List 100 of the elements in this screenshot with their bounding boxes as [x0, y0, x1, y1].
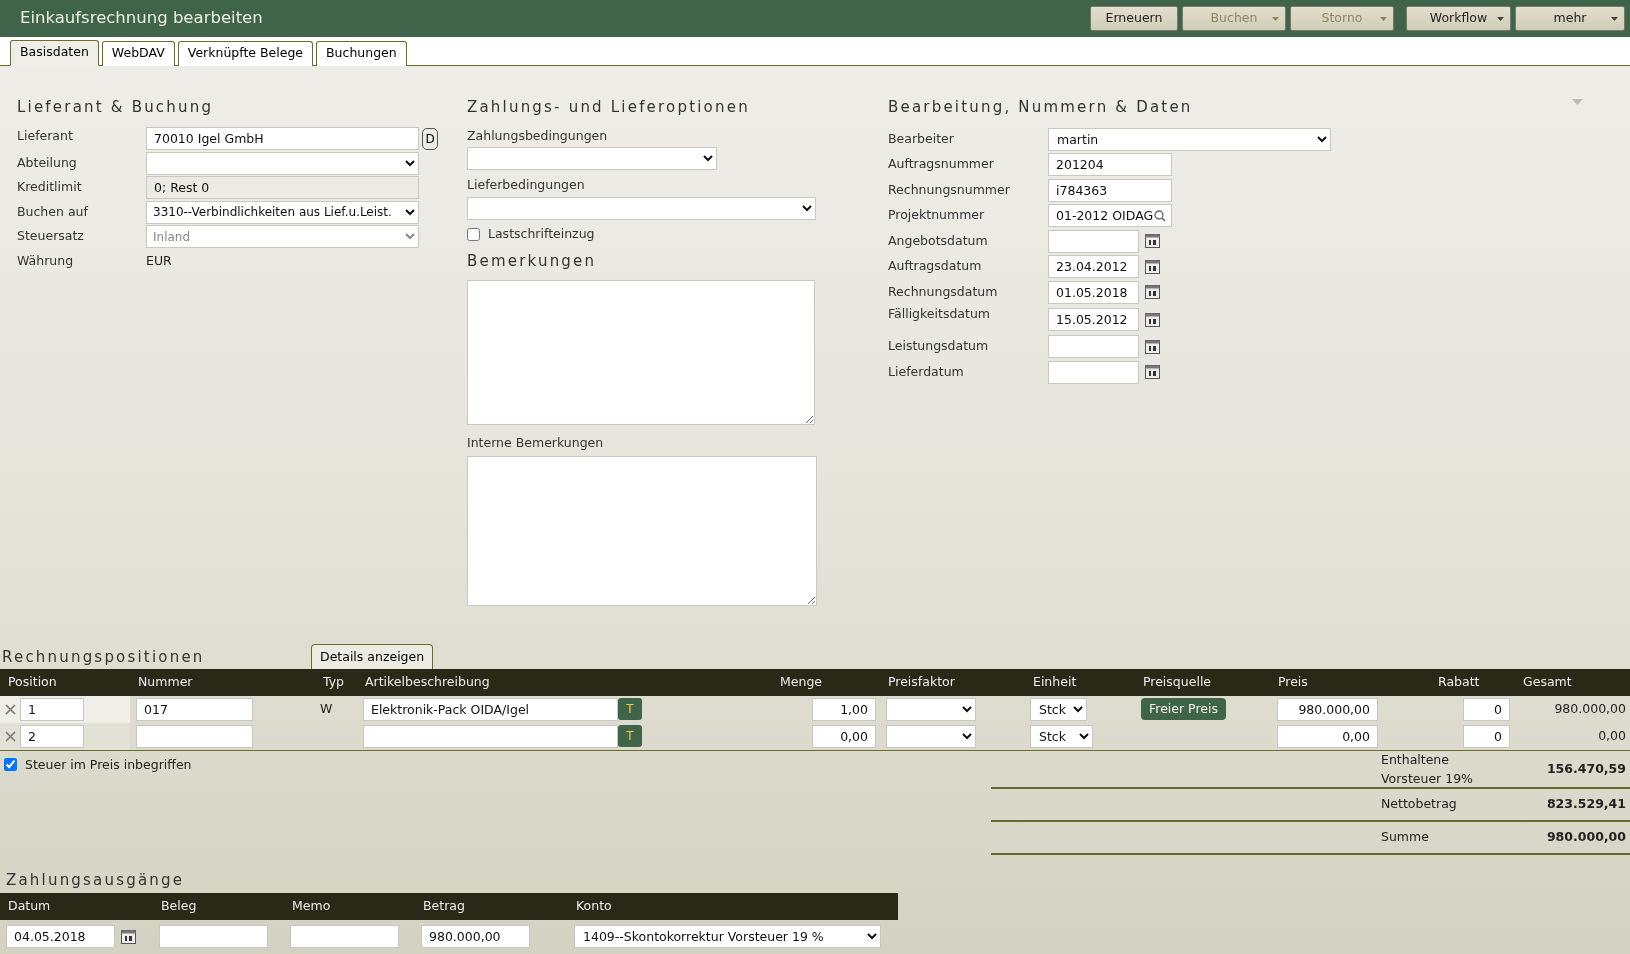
remarks-field[interactable]: [467, 280, 815, 426]
text-field[interactable]: 980.000,00: [421, 925, 530, 948]
date-field[interactable]: [1048, 335, 1139, 359]
select-field[interactable]: Stck: [1030, 724, 1093, 748]
checkbox-label: Lastschrifteinzug: [488, 225, 595, 243]
text-field[interactable]: 017: [136, 697, 253, 721]
tab[interactable]: WebDAV: [101, 41, 175, 66]
column-header: Konto: [568, 893, 898, 920]
table-cell: 980.000,00: [1554, 700, 1626, 716]
date-field[interactable]: 01.05.2018: [1048, 280, 1139, 304]
checkbox[interactable]: [4, 757, 17, 771]
field-value: EUR: [146, 251, 172, 270]
text-field[interactable]: 980.000,00: [1277, 697, 1378, 721]
total-label: Summe: [1381, 827, 1430, 846]
select-field[interactable]: 1409--Skontokorrektur Vorsteuer 19 %: [574, 925, 881, 948]
column-header: Rabatt: [1430, 669, 1515, 696]
select-field[interactable]: [146, 151, 419, 175]
collapse-icon: [1572, 99, 1583, 105]
text-field[interactable]: 1,00: [812, 697, 876, 721]
field-label: Lieferdatum: [888, 362, 965, 381]
date-field[interactable]: 15.05.2012: [1048, 308, 1139, 331]
column-header: Typ: [315, 669, 357, 696]
internal-remarks-field[interactable]: [467, 456, 817, 606]
tab[interactable]: Basisdaten: [10, 40, 99, 66]
d-button[interactable]: D: [422, 127, 438, 150]
checkbox[interactable]: [467, 227, 480, 241]
search-icon[interactable]: [1154, 210, 1166, 223]
delete-icon[interactable]: [5, 703, 16, 715]
text-field[interactable]: 0: [1463, 724, 1510, 748]
text-field[interactable]: 0: [1463, 697, 1510, 721]
text-field[interactable]: [136, 724, 253, 748]
field-label: Lieferant: [17, 126, 74, 145]
date-field[interactable]: [1048, 229, 1139, 253]
calendar-icon[interactable]: [1145, 234, 1160, 249]
text-field[interactable]: i784363: [1048, 178, 1172, 202]
field-label: Abteilung: [17, 153, 78, 172]
text-field[interactable]: 0,00: [812, 724, 876, 748]
total-label: Nettobetrag: [1381, 794, 1458, 813]
column-header: Preis: [1270, 669, 1430, 696]
date-field[interactable]: 04.05.2018: [6, 925, 115, 948]
text-field[interactable]: 2: [20, 724, 84, 748]
calendar-icon[interactable]: [121, 929, 136, 944]
toolbar-button[interactable]: mehr: [1515, 6, 1625, 31]
column-header: Memo: [284, 893, 415, 920]
select-field[interactable]: [886, 724, 976, 748]
tab[interactable]: Buchungen: [316, 41, 407, 66]
field-label: Rechnungsdatum: [888, 282, 999, 301]
field-label: Fälligkeitsdatum: [888, 305, 992, 323]
select-field[interactable]: 3310--Verbindlichkeiten aus Lief.u.Leist.: [146, 200, 419, 224]
select-field[interactable]: [467, 197, 816, 220]
select-field[interactable]: [886, 697, 976, 721]
select-field[interactable]: Stck: [1030, 697, 1087, 721]
select-field[interactable]: martin: [1048, 127, 1331, 151]
section-heading: Bearbeitung, Nummern & Daten: [888, 97, 1193, 118]
date-field[interactable]: 23.04.2012: [1048, 255, 1139, 279]
price-source-button[interactable]: Freier Preis: [1141, 698, 1226, 721]
toolbar-button[interactable]: Erneuern: [1090, 6, 1178, 31]
field-label: Währung: [17, 251, 75, 270]
window-title: Einkaufsrechnung bearbeiten: [20, 7, 263, 30]
section-heading: Zahlungsausgänge: [5, 869, 186, 891]
toolbar-button[interactable]: Workflow: [1406, 6, 1511, 31]
text-field[interactable]: 201204: [1048, 153, 1172, 177]
text-field[interactable]: [363, 724, 618, 748]
select-field[interactable]: [467, 147, 717, 171]
field-label: Buchen auf: [17, 202, 89, 221]
field-label: Bearbeiter: [888, 129, 955, 148]
field-label: Auftragsdatum: [888, 257, 983, 276]
column-header: Datum: [0, 893, 153, 920]
details-button[interactable]: Details anzeigen: [311, 644, 434, 669]
field-label: Zahlungsbedingungen: [467, 126, 609, 145]
calendar-icon[interactable]: [1145, 312, 1160, 327]
text-field[interactable]: 70010 Igel GmbH: [146, 127, 419, 151]
field-label: Lieferbedingungen: [467, 176, 586, 195]
checkbox-label: Steuer im Preis inbegriffen: [25, 755, 192, 774]
total-label: Enthaltene Vorsteuer 19%: [1381, 751, 1474, 788]
table-cell: 0,00: [1598, 727, 1626, 743]
text-field[interactable]: [290, 925, 399, 948]
search-field[interactable]: 01-2012 OIDAG: [1048, 204, 1172, 228]
calendar-icon[interactable]: [1145, 339, 1160, 354]
text-button[interactable]: T: [618, 698, 642, 721]
column-header: Menge: [775, 669, 880, 696]
calendar-icon[interactable]: [1145, 259, 1160, 274]
field-label: Angebotsdatum: [888, 231, 989, 250]
field-label: Projektnummer: [888, 206, 986, 225]
date-field[interactable]: [1048, 360, 1139, 384]
tab[interactable]: Verknüpfte Belege: [177, 41, 314, 66]
text-field[interactable]: [159, 925, 268, 948]
text-field[interactable]: 0,00: [1277, 724, 1378, 748]
delete-icon[interactable]: [5, 730, 16, 742]
table-cell: W: [320, 700, 333, 716]
calendar-icon[interactable]: [1145, 285, 1160, 300]
text-field[interactable]: 1: [20, 697, 84, 721]
total-value: 823.529,41: [1545, 794, 1626, 813]
calendar-icon[interactable]: [1145, 365, 1160, 380]
text-field[interactable]: Elektronik-Pack OIDA/Igel: [363, 697, 618, 721]
text-button[interactable]: T: [618, 725, 642, 748]
column-header: Nummer: [130, 669, 315, 696]
column-header: Beleg: [153, 893, 284, 920]
readonly-field[interactable]: 0; Rest 0: [146, 176, 419, 200]
field-label: Steuersatz: [17, 227, 85, 246]
